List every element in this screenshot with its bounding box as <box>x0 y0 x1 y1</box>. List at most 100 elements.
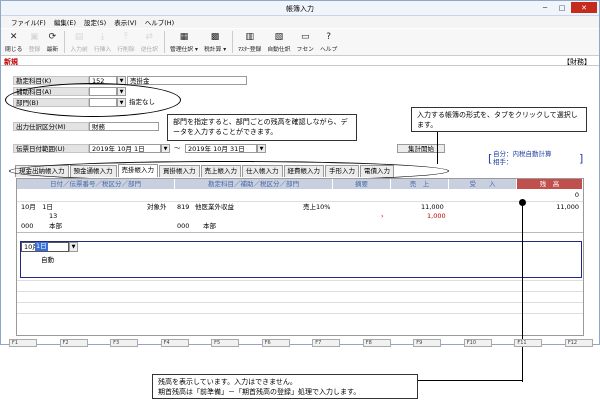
window-title: 帳簿入力 <box>286 5 314 13</box>
fkey-f6[interactable]: F6 <box>261 339 290 347</box>
maximize-button[interactable]: □ <box>554 2 570 13</box>
tabs-callout: 入力する帳簿の形式を、タブをクリックして選択します。 <box>411 107 587 132</box>
output-type-field[interactable]: 財務 <box>89 122 159 131</box>
fkey-f4[interactable]: F4 <box>160 339 189 347</box>
toolbar-button-1[interactable]: ▣ 登録 <box>28 29 41 55</box>
balance-marker-dot <box>519 199 526 206</box>
fkey-f10[interactable]: F10 <box>463 339 492 347</box>
toolbar-separator <box>64 31 66 53</box>
function-key-bar: F1 F2 F3 F4 F5 F6 F7 F8 F9 F10 F11 F12 <box>9 339 593 347</box>
manage-journal-icon: ▦ <box>179 31 189 42</box>
col-header-sales: 売 上 <box>391 179 449 189</box>
master-register-icon: ▥ <box>245 31 254 42</box>
menu-settings[interactable]: 設定(S) <box>84 17 106 27</box>
tax-calc-icon: ▩ <box>210 31 220 42</box>
input-date-dropdown-icon[interactable]: ▼ <box>69 242 78 252</box>
toolbar-button-8[interactable]: ▩ 税計算 ▾ <box>204 29 226 55</box>
toolbar-separator <box>164 31 166 53</box>
balance-callout: 残高を表示しています。入力はできません。 期首残高は「前準備」－「期首残高の登録… <box>152 374 418 399</box>
toolbar-button-11[interactable]: ▭ フセン <box>297 29 314 55</box>
date-to-calendar-icon[interactable]: ▼ <box>257 144 266 153</box>
toolbar-button-9[interactable]: ▥ ﾏｽﾀｰ登録 <box>238 29 261 55</box>
toolbar-label: ﾏｽﾀｰ登録 <box>238 47 262 53</box>
menu-file[interactable]: ファイル(F) <box>11 17 46 27</box>
fkey-f9[interactable]: F9 <box>413 339 442 347</box>
toolbar-button-6[interactable]: ⇄ 逆仕訳 <box>141 29 158 55</box>
date-to-field[interactable]: 2019年 10月 31日 <box>185 144 257 153</box>
register-icon: ▣ <box>30 31 39 42</box>
menu-bar: ファイル(F) 編集(E) 設定(S) 表示(V) ヘルプ(H) <box>1 16 599 28</box>
before-input-icon: ▤ <box>74 31 84 42</box>
fkey-f2[interactable]: F2 <box>59 339 88 347</box>
entry-account-name[interactable]: 他医業外収益 <box>195 203 234 212</box>
minimize-button[interactable]: ─ <box>537 2 553 13</box>
fkey-f7[interactable]: F7 <box>312 339 341 347</box>
toolbar-button-2[interactable]: ⟳ 最新 <box>46 29 59 55</box>
entry-tax-label: 売上10% <box>303 203 331 211</box>
toolbar: ✕ 閉じる ▣ 登録 ⟳ 最新 ▤ 入力前 ⤓ 行挿入 ⤒ 行削除 ⇄ 逆仕訳 ▦ 管理仕訳 ▾ ▩ 税計算 ▾ ▥… <box>1 29 599 56</box>
status-strip: 新規 【財務】 <box>1 56 599 66</box>
opening-balance: 0 <box>574 191 579 199</box>
menu-help[interactable]: ヘルプ(H) <box>145 17 174 27</box>
tax-brace-right: ] <box>579 152 584 165</box>
help-icon: ? <box>326 31 332 42</box>
entry-tax-amount: 1,000 <box>427 212 446 220</box>
context-label: 【財務】 <box>563 58 591 66</box>
balance-callout-line2: 期首残高は「前準備」－「期首残高の登録」処理で入力します。 <box>158 388 361 396</box>
entry-sales-amount[interactable]: 11,000 <box>421 203 444 212</box>
fkey-f12[interactable]: F12 <box>564 339 593 347</box>
input-row[interactable]: 10月 1日 ▼ 自動 <box>20 241 582 278</box>
col-header-date: 日付／伝票番号／税区分／部門 <box>17 179 175 189</box>
col-header-balance: 残 高 <box>517 179 583 189</box>
menu-edit[interactable]: 編集(E) <box>54 17 76 27</box>
toolbar-separator <box>232 31 234 53</box>
date-from-field[interactable]: 2019年 10月 1日 <box>89 144 161 153</box>
col-header-account: 勘定科目／補助／税区分／部門 <box>175 179 333 189</box>
toolbar-label: 入力前 <box>70 47 88 53</box>
entry-counter-label: 対象外 <box>147 203 167 211</box>
auto-journal-icon: ▧ <box>274 31 284 42</box>
mode-label: 新規 <box>4 58 18 66</box>
toolbar-button-12[interactable]: ? ヘルプ <box>320 29 337 55</box>
toolbar-button-7[interactable]: ▦ 管理仕訳 ▾ <box>170 29 198 55</box>
toolbar-label: 登録 <box>28 47 41 53</box>
toolbar-button-10[interactable]: ▧ 自動仕訳 <box>267 29 290 55</box>
menu-view[interactable]: 表示(V) <box>114 17 137 27</box>
fkey-f1[interactable]: F1 <box>9 339 37 347</box>
input-auto-label: 自動 <box>41 256 54 264</box>
close-window-button[interactable]: ✕ <box>571 2 597 13</box>
toolbar-button-0[interactable]: ✕ 閉じる <box>5 29 22 55</box>
entry-slip-no[interactable]: 13 <box>49 212 57 221</box>
row-divider <box>17 313 583 314</box>
fkey-f8[interactable]: F8 <box>362 339 391 347</box>
dept-callout: 部門を指定すると、部門ごとの残高を確認しながら、データを入力することができます。 <box>167 114 357 141</box>
entry-date[interactable]: 10月 1日 <box>21 203 53 212</box>
col-header-receipt: 受 入 <box>449 179 517 189</box>
entry-arrow-icon: › <box>381 212 384 220</box>
account-name-field: 売掛金 <box>127 76 247 85</box>
toolbar-button-3[interactable]: ▤ 入力前 <box>70 29 87 55</box>
output-type-label: 出力仕訳区分(M) <box>13 122 89 131</box>
balance-callout-connector <box>418 380 522 381</box>
entry-account-code[interactable]: 819 <box>177 203 189 212</box>
toolbar-label: 最新 <box>46 47 59 53</box>
date-from-calendar-icon[interactable]: ▼ <box>161 144 170 153</box>
fkey-f3[interactable]: F3 <box>110 339 139 347</box>
toolbar-label: 自動仕訳 <box>267 47 291 53</box>
entry-dept-code: 000 <box>21 222 34 230</box>
toolbar-label: フセン <box>296 47 314 53</box>
input-date-day[interactable]: 1日 <box>35 242 48 251</box>
row-divider <box>17 302 583 303</box>
entry-balance: 11,000 <box>556 203 579 211</box>
row-divider <box>17 291 583 292</box>
fkey-f11[interactable]: F11 <box>514 339 543 347</box>
toolbar-button-5[interactable]: ⤒ 行削除 <box>117 29 134 55</box>
toolbar-label: 管理仕訳 ▾ <box>170 47 198 53</box>
row-divider <box>17 201 583 202</box>
fkey-f5[interactable]: F5 <box>211 339 240 347</box>
refresh-icon: ⟳ <box>48 31 57 42</box>
row-divider <box>17 280 583 281</box>
toolbar-button-4[interactable]: ⤓ 行挿入 <box>94 29 111 55</box>
row-insert-icon: ⤓ <box>100 31 105 42</box>
toolbar-label: 行削除 <box>117 47 135 53</box>
